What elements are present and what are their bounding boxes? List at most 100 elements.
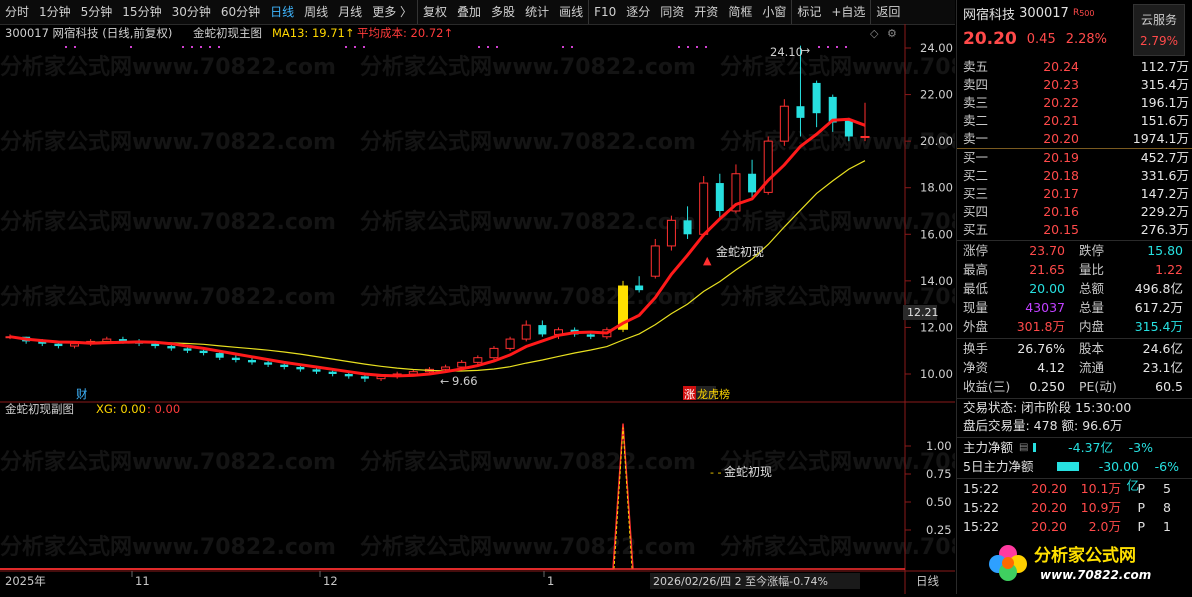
candle-body xyxy=(748,173,757,193)
toolbar-item-17[interactable]: 同资 xyxy=(655,0,689,24)
ask-price: 20.23 xyxy=(1043,77,1079,92)
site-logo: 分析家公式网 www.70822.com xyxy=(989,540,1184,582)
cloud-service-button[interactable]: 云服务 2.79% xyxy=(1133,4,1185,56)
toolbar-item-22[interactable]: +自选 xyxy=(826,0,870,24)
bid-row[interactable]: 买三 20.17 147.2万 xyxy=(957,185,1192,203)
toolbar-item-12[interactable]: 多股 xyxy=(486,0,520,24)
kline-chart[interactable]: 分析家公式网www.70822.com 分析家公式网www.70822.com 分析… xyxy=(0,24,1056,594)
stat-value: 24.6亿 xyxy=(1142,341,1183,356)
toolbar-item-19[interactable]: 简框 xyxy=(723,0,757,24)
ask-label: 卖二 xyxy=(963,113,989,128)
stat-row: 外盘 301.8万 内盘 315.4万 xyxy=(957,317,1192,336)
stat-value: 23.1亿 xyxy=(1142,360,1183,375)
candle-body xyxy=(650,245,660,277)
main-flow-value: -4.37亿 xyxy=(1068,440,1113,455)
toolbar-item-2[interactable]: 5分钟 xyxy=(76,0,118,24)
finance-marker[interactable]: 财 xyxy=(76,387,88,401)
ask-row[interactable]: 卖三 20.22 196.1万 xyxy=(957,94,1192,112)
bid-label: 买三 xyxy=(963,186,989,201)
bid-book: 买一 20.19 452.7万 买二 20.18 331.6万 买三 20.17 147.2万买… xyxy=(957,148,1192,239)
candle-body xyxy=(102,338,112,342)
bid-row[interactable]: 买二 20.18 331.6万 xyxy=(957,167,1192,185)
toolbar-item-1[interactable]: 1分钟 xyxy=(34,0,76,24)
xg-value: : 0.00 xyxy=(147,402,180,416)
ask-row[interactable]: 卖二 20.21 151.6万 xyxy=(957,112,1192,130)
toolbar-item-20[interactable]: 小窗 xyxy=(757,0,791,24)
bid-row[interactable]: 买一 20.19 452.7万 xyxy=(957,149,1192,167)
toolbar-item-14[interactable]: 画线 xyxy=(554,0,588,24)
signal-dot xyxy=(827,46,829,48)
toolbar-item-4[interactable]: 30分钟 xyxy=(167,0,216,24)
ask-row[interactable]: 卖五 20.24 112.7万 xyxy=(957,58,1192,76)
stat-value: 496.8亿 xyxy=(1134,281,1183,296)
candle-body xyxy=(151,343,160,347)
toolbar-item-10[interactable]: 复权 xyxy=(417,0,452,24)
main-chart-title: 300017 网宿科技 (日线,前复权) xyxy=(5,26,172,40)
list-icon[interactable]: ▤ xyxy=(1019,438,1033,457)
watermark-13: 分析家公式网www.70822.com xyxy=(360,449,696,475)
candle-body xyxy=(812,82,821,114)
main-indicator-name: 金蛇初现主图 xyxy=(193,26,262,40)
avg-cost-label: 平均成本: 20.72↑ xyxy=(357,26,453,40)
candle-body xyxy=(473,357,483,363)
toolbar-item-6[interactable]: 日线 xyxy=(265,0,299,24)
chart-area[interactable]: 分析家公式网www.70822.com 分析家公式网www.70822.com 分析… xyxy=(0,24,1056,594)
signal-dot xyxy=(354,46,356,48)
current-price: 20.20 xyxy=(963,29,1017,49)
toolbar-item-23[interactable]: 返回 xyxy=(870,0,905,24)
toolbar-item-8[interactable]: 月线 xyxy=(333,0,367,24)
gear-icon[interactable]: ⚙ xyxy=(887,27,897,40)
toolbar-item-15[interactable]: F10 xyxy=(588,0,621,24)
bid-price: 20.18 xyxy=(1043,168,1079,183)
toolbar-item-13[interactable]: 统计 xyxy=(520,0,554,24)
signal-dot xyxy=(218,46,220,48)
toolbar-item-3[interactable]: 15分钟 xyxy=(117,0,166,24)
candle-body xyxy=(779,105,789,142)
signal-dot xyxy=(705,46,707,48)
candle-body xyxy=(635,285,644,291)
dragon-list-marker[interactable]: 龙虎榜 xyxy=(697,387,730,401)
bid-row[interactable]: 买四 20.16 229.2万 xyxy=(957,203,1192,221)
toolbar-item-21[interactable]: 标记 xyxy=(791,0,826,24)
sub-axis-label: 0.25 xyxy=(926,523,952,537)
stat-row: 现量 43037 总量 617.2万 xyxy=(957,298,1192,317)
ask-row[interactable]: 卖一 20.20 1974.1万 xyxy=(957,130,1192,148)
candle-body xyxy=(183,348,192,351)
toolbar-item-9[interactable]: 更多 〉 xyxy=(367,0,417,24)
signal-dot xyxy=(487,46,489,48)
toolbar-item-11[interactable]: 叠加 xyxy=(452,0,486,24)
limit-up-marker[interactable]: 涨 xyxy=(684,388,695,401)
tick-price: 20.20 xyxy=(1031,500,1067,515)
period-label[interactable]: 日线 xyxy=(916,574,939,588)
toolbar-item-5[interactable]: 60分钟 xyxy=(216,0,265,24)
toolbar-item-18[interactable]: 开资 xyxy=(689,0,723,24)
ask-volume: 315.4万 xyxy=(1140,77,1189,92)
xg-label: XG: 0.00 xyxy=(96,402,146,416)
bid-volume: 147.2万 xyxy=(1140,186,1189,201)
candle-body xyxy=(586,334,595,337)
bid-row[interactable]: 买五 20.15 276.3万 xyxy=(957,221,1192,239)
toolbar-item-0[interactable]: 分时 xyxy=(0,0,34,24)
flow5-label: 5日主力净额 xyxy=(963,459,1034,474)
sub-signal-label: 金蛇初现 xyxy=(724,464,772,479)
stat-value: 301.8万 xyxy=(1016,319,1065,334)
bid-label: 买二 xyxy=(963,168,989,183)
diamond-icon[interactable]: ◇ xyxy=(870,27,879,40)
bid-volume: 452.7万 xyxy=(1140,150,1189,165)
toolbar-item-7[interactable]: 周线 xyxy=(299,0,333,24)
toolbar-item-16[interactable]: 逐分 xyxy=(621,0,655,24)
stat-label: PE(动) xyxy=(1079,379,1117,394)
stat-value: 617.2万 xyxy=(1134,300,1183,315)
main-flow-row: 主力净额 ▤ -4.37亿 -3% xyxy=(957,437,1192,457)
candle-body xyxy=(167,346,176,349)
watermark-6: 分析家公式网www.70822.com xyxy=(0,209,336,235)
stat-label: 换手 xyxy=(963,341,989,356)
signal-dot xyxy=(478,46,480,48)
price-axis-label: 24.00 xyxy=(920,41,953,55)
ask-row[interactable]: 卖四 20.23 315.4万 xyxy=(957,76,1192,94)
tick-row: 15:22 20.20 10.9万 P 8 xyxy=(957,498,1192,517)
period-toolbar: 分时 1分钟 5分钟 15分钟 30分钟 60分钟 日线 周线 月线 更多 〉复权 叠加 多股 统计 画线… xyxy=(0,0,955,25)
date-label-dec: 12 xyxy=(323,574,338,588)
stat-label: 涨停 xyxy=(963,243,989,258)
flower-icon xyxy=(989,545,1027,581)
